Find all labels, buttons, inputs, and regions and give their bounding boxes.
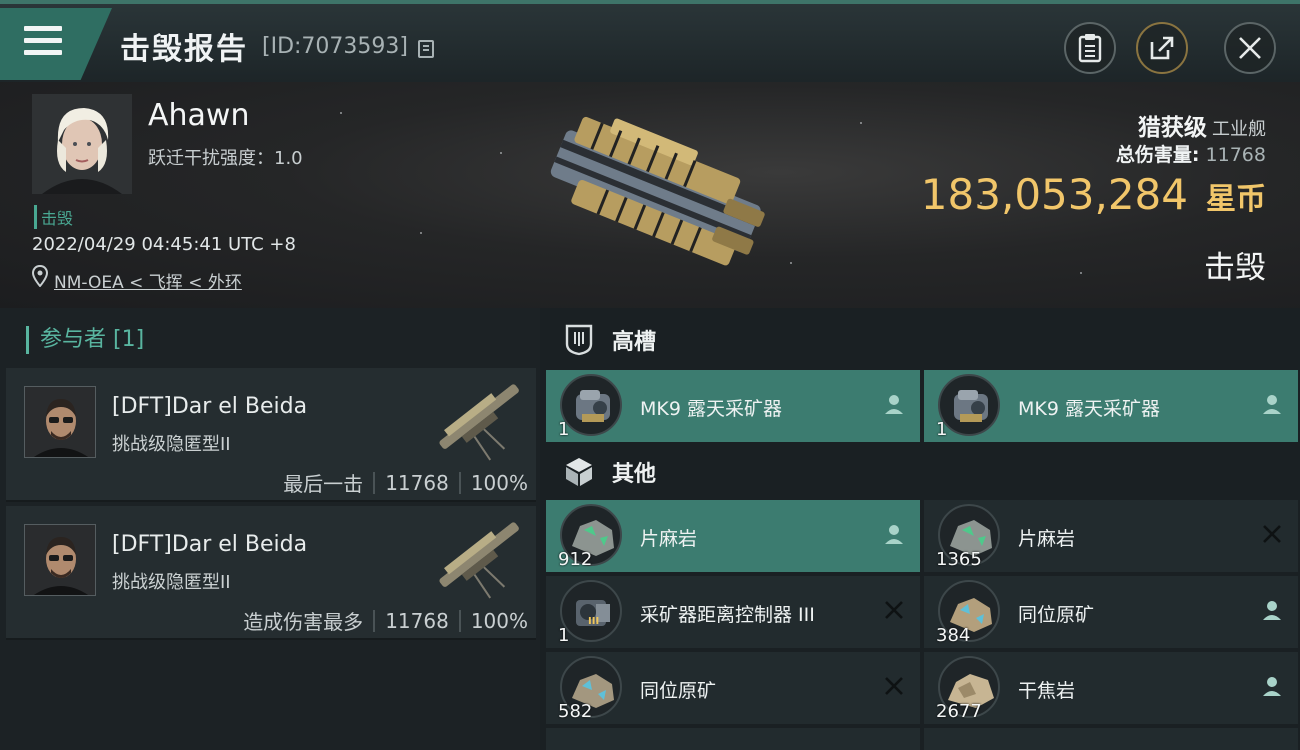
item-quantity: 1365 [936,549,982,570]
item-name: MK9 露天采矿器 [640,398,782,420]
participant-ship: 挑战级隐匿型II [112,572,231,593]
dropped-person-icon [885,525,903,544]
participants-panel: 参与者 [1] [DFT]Dar el Beida 挑战级隐匿型II 最后一击 … [0,308,540,750]
clipboard-button[interactable] [1064,22,1116,74]
fittings-panel: 高槽 1 MK9 露天采矿器 1 MK9 露天采矿器 其他 912 片麻岩 13… [540,308,1300,750]
fitting-item[interactable]: 2677 干焦岩 [924,652,1298,724]
dropped-person-icon [1263,601,1281,620]
warp-scramble-strength: 跃迁干扰强度：1.0 [148,148,303,169]
menu-icon[interactable] [24,26,62,56]
kill-location-link[interactable]: NM-OEA < 飞挥 < 外环 [54,268,242,293]
isk-amount: 183,053,284 [920,170,1188,219]
participant-stats: 造成伤害最多 11768 100% [243,606,528,635]
participant-name: [DFT]Dar el Beida [112,532,308,557]
kill-result: 击毁 [1204,250,1266,286]
item-quantity: 912 [558,549,593,570]
dropped-person-icon [885,395,903,414]
participant-role: 最后一击 [283,472,364,496]
fitting-item-partial[interactable] [924,728,1298,750]
high-slots-header: 高槽 [540,310,1300,370]
item-name: 干焦岩 [1018,680,1076,702]
copy-icon[interactable] [418,40,434,58]
cargo-box-icon [562,455,596,489]
high-slot-icon [562,323,596,357]
share-icon [1150,36,1174,60]
item-name: MK9 露天采矿器 [1018,398,1160,420]
item-quantity: 2677 [936,701,982,722]
total-damage-label: 总伤害量: [1115,144,1200,166]
clipboard-icon [1078,34,1102,63]
fitting-item[interactable]: 582 同位原矿 [546,652,920,724]
title-bar: 击毁报告 [ID:7073593] [0,0,1300,82]
fitting-item[interactable]: 1 MK9 露天采矿器 [546,370,920,442]
participant-name: [DFT]Dar el Beida [112,394,308,419]
participant-damage: 11768 [385,470,449,495]
victim-avatar[interactable] [32,94,132,194]
fitting-item[interactable]: 384 同位原矿 [924,576,1298,648]
participant-ship: 挑战级隐匿型II [112,434,231,455]
total-damage-value: 11768 [1205,144,1266,166]
kill-datetime: 2022/04/29 04:45:41 UTC +8 [32,234,296,255]
fitting-item[interactable]: 912 片麻岩 [546,500,920,572]
item-quantity: 1 [558,419,570,440]
ship-name[interactable]: 猎获级 [1138,115,1207,141]
tech-level-icon: III [588,616,600,627]
report-id: [ID:7073593] [262,34,408,59]
item-quantity: 1 [936,419,948,440]
total-damage: 总伤害量: 11768 [1116,140,1266,167]
fitting-item[interactable]: III 1 采矿器距离控制器 III [546,576,920,648]
participant-role: 造成伤害最多 [243,610,364,634]
share-button[interactable] [1136,22,1188,74]
item-quantity: 582 [558,701,593,722]
participant-ship-icon [439,384,519,461]
victim-ship-class: 猎获级 工业舰 [1138,108,1266,142]
victim-pilot-name[interactable]: Ahawn [148,98,249,133]
other-header: 其他 [540,442,1300,502]
dropped-person-icon [1263,395,1281,414]
participant-percent: 100% [470,470,528,495]
participant-percent: 100% [470,608,528,633]
isk-value: 183,053,284 星币 [921,170,1266,219]
victim-ship-image [550,116,765,266]
location-pin-icon[interactable] [32,265,48,287]
dropped-person-icon [1263,677,1281,696]
fitting-item-partial[interactable] [546,728,920,750]
other-label: 其他 [612,462,657,487]
isk-unit: 星币 [1206,182,1266,217]
participant-row[interactable]: [DFT]Dar el Beida 挑战级隐匿型II 最后一击 11768 10… [6,368,536,502]
destroyed-x-icon [1263,525,1281,543]
item-quantity: 384 [936,625,971,646]
destroyed-x-icon [885,677,903,695]
status-badge: 击毁 [34,205,73,229]
participant-avatar [24,386,96,458]
page-title: 击毁报告 [120,32,248,67]
fitting-item[interactable]: 1365 片麻岩 [924,500,1298,572]
item-name: 片麻岩 [640,528,698,550]
item-name: 同位原矿 [640,680,717,702]
ship-type: 工业舰 [1212,119,1266,140]
item-name: 片麻岩 [1018,528,1076,550]
participant-avatar [24,524,96,596]
victim-summary: Ahawn 跃迁干扰强度：1.0 击毁 2022/04/29 04:45:41 … [0,82,1300,308]
participants-title: 参与者 [1] [26,326,144,354]
participant-stats: 最后一击 11768 100% [283,468,528,497]
item-quantity: 1 [558,625,570,646]
fitting-item[interactable]: 1 MK9 露天采矿器 [924,370,1298,442]
participant-damage: 11768 [385,608,449,633]
close-icon [1239,37,1261,59]
close-button[interactable] [1224,22,1276,74]
participant-ship-icon [439,522,519,599]
item-name: 同位原矿 [1018,604,1095,626]
high-slots-label: 高槽 [612,330,657,355]
item-name: 采矿器距离控制器 III [640,604,815,626]
destroyed-x-icon [885,601,903,619]
participant-row[interactable]: [DFT]Dar el Beida 挑战级隐匿型II 造成伤害最多 11768 … [6,506,536,640]
